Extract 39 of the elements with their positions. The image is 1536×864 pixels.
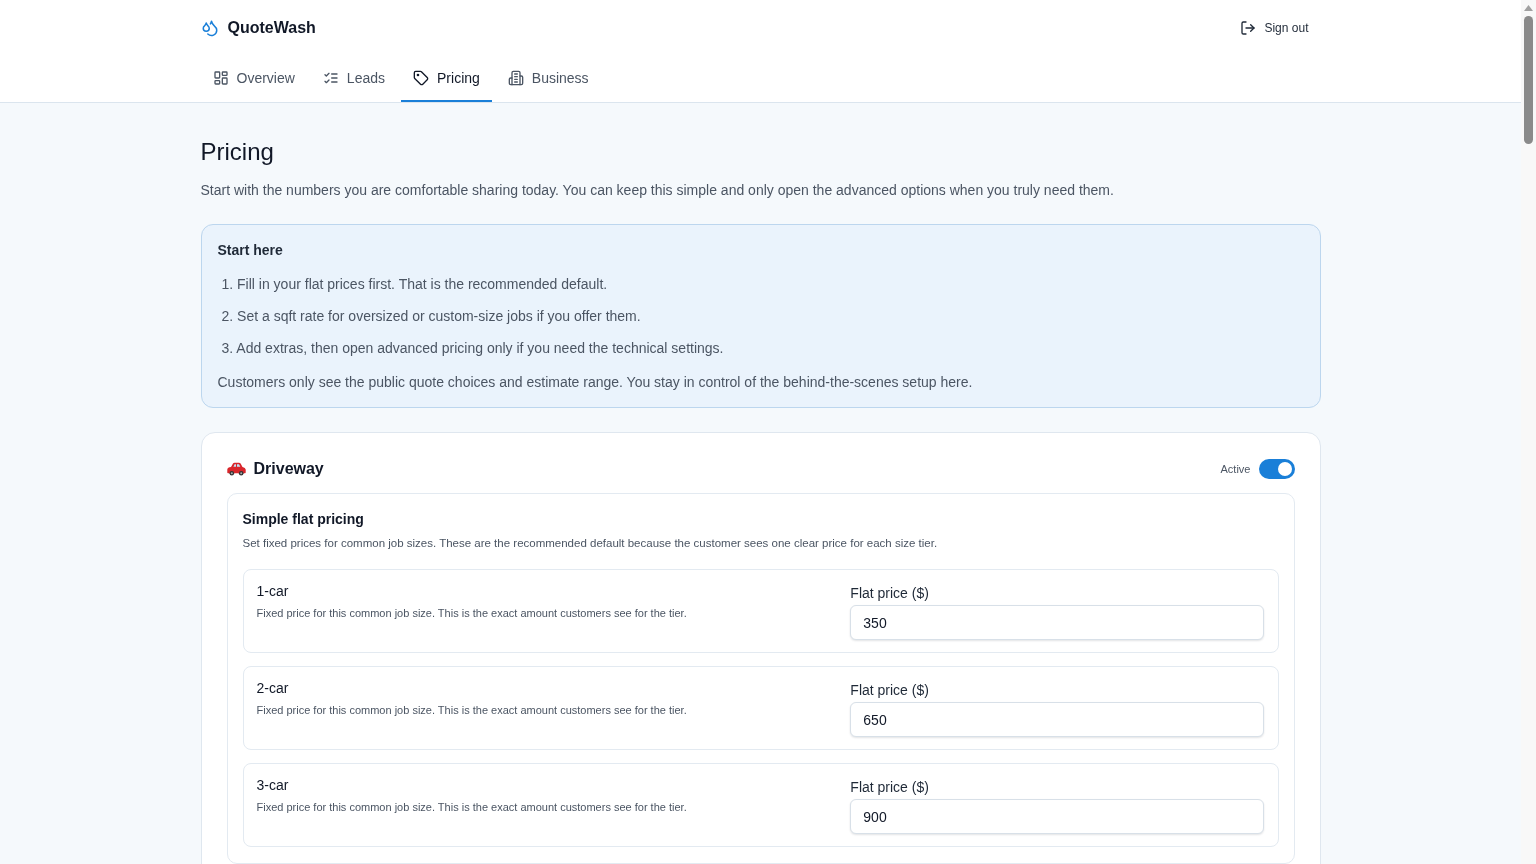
tier-description: Fixed price for this common job size. This is the exact amount customers see for the tier. (256, 800, 688, 815)
step-text: 3. Add extras, then open advanced pricing only if you need the technical settings. (221, 339, 725, 358)
sign-out-button[interactable]: Sign out (1240, 16, 1321, 40)
price-input[interactable]: 350 (850, 605, 1265, 640)
field-label: Flat price ($) (850, 681, 930, 699)
field-label: Flat price ($) (850, 778, 930, 796)
nav-tab[interactable]: Business (495, 56, 601, 102)
tier-name: 3-car (256, 776, 290, 794)
intro-text: Start with the numbers you are comfortable sharing today. You can keep this simple and only open the advanced options when you truly need them. (200, 181, 1115, 200)
brand-name: QuoteWash (227, 19, 316, 37)
tier-name: 1-car (256, 582, 290, 600)
service-name: Driveway (253, 460, 324, 478)
scrollbar-thumb[interactable] (1524, 16, 1533, 144)
note-text: Customers only see the public quote choices and estimate range. You stay in control of the behind-the-scenes setup here. (217, 373, 974, 392)
price-input[interactable]: 650 (850, 702, 1265, 737)
tier-name: 2-car (256, 679, 290, 697)
nav-tab[interactable]: Pricing (401, 56, 492, 102)
panel-title: Start here (217, 241, 284, 260)
toggle-label: Active (1220, 463, 1251, 475)
section-description: Set fixed prices for common job sizes. These are the recommended default because the customer sees one clear price for each size tier. (242, 536, 939, 551)
field-label: Flat price ($) (850, 584, 930, 602)
tier-description: Fixed price for this common job size. This is the exact amount customers see for the tier. (256, 703, 688, 718)
step-text: 1. Fill in your flat prices first. That is the recommended default. (221, 275, 609, 294)
tier-description: Fixed price for this common job size. This is the exact amount customers see for the tier. (256, 606, 688, 621)
page-title: Pricing (200, 137, 275, 166)
car-icon (226, 462, 246, 476)
active-toggle[interactable] (1258, 459, 1295, 479)
nav-tab[interactable]: Overview (200, 56, 307, 102)
step-text: 2. Set a sqft rate for oversized or custom-size jobs if you offer them. (221, 307, 642, 326)
building-icon (507, 70, 524, 86)
section-title: Simple flat pricing (242, 510, 365, 528)
nav-tab[interactable]: Leads (310, 56, 397, 102)
dashboard-icon (212, 70, 229, 86)
log-out-icon (1240, 20, 1257, 36)
scroll-up-icon[interactable] (1524, 5, 1533, 11)
checklist-icon (322, 70, 339, 86)
tag-icon (413, 70, 429, 86)
water-drops-icon (200, 19, 219, 37)
price-input[interactable]: 900 (850, 799, 1265, 834)
